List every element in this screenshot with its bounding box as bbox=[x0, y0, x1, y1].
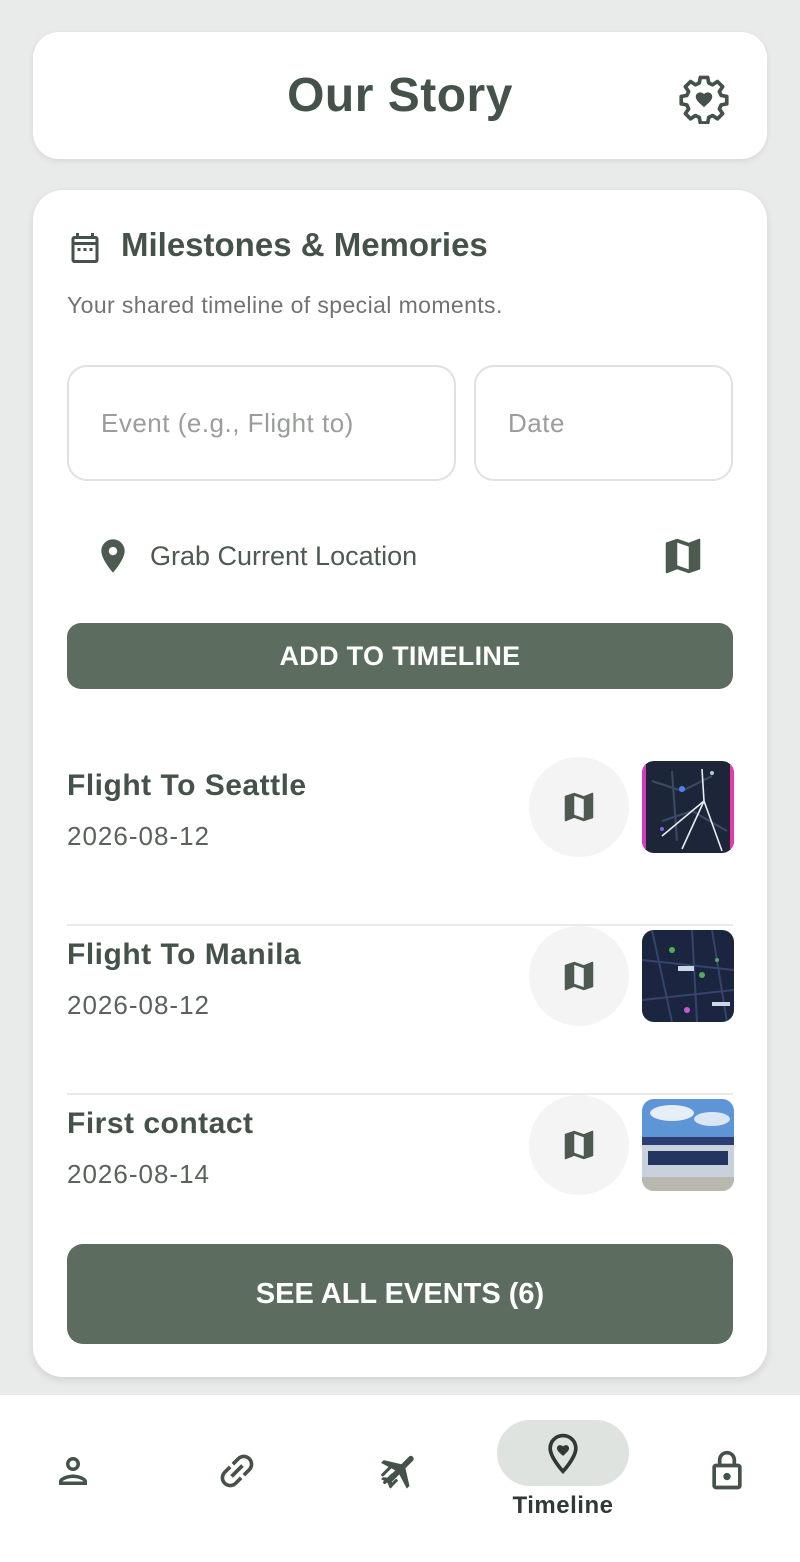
bottom-navigation: Timeline bbox=[0, 1395, 800, 1562]
nav-item-flights[interactable] bbox=[334, 1395, 466, 1562]
location-pin-icon bbox=[101, 539, 125, 573]
date-input[interactable] bbox=[474, 365, 733, 481]
header-card: Our Story bbox=[33, 32, 767, 159]
nav-item-timeline[interactable]: Timeline bbox=[497, 1395, 629, 1562]
building-photo-image bbox=[642, 1099, 734, 1191]
event-map-button[interactable] bbox=[529, 757, 629, 857]
see-all-events-button[interactable]: SEE ALL EVENTS (6) bbox=[67, 1244, 733, 1344]
map-thumbnail-image bbox=[642, 761, 734, 853]
map-icon bbox=[564, 792, 594, 822]
event-date: 2026-08-12 bbox=[67, 990, 210, 1020]
list-item[interactable]: Flight To Manila 2026-08-12 bbox=[67, 926, 734, 1095]
list-item[interactable]: Flight To Seattle 2026-08-12 bbox=[67, 757, 734, 926]
milestones-card: Milestones & Memories Your shared timeli… bbox=[33, 190, 767, 1377]
page-title: Our Story bbox=[287, 69, 513, 122]
event-title: First contact bbox=[67, 1107, 254, 1140]
map-icon bbox=[564, 1130, 594, 1160]
link-icon bbox=[220, 1454, 254, 1488]
event-title: Flight To Manila bbox=[67, 938, 302, 971]
event-input[interactable] bbox=[67, 365, 456, 481]
settings-button[interactable] bbox=[676, 70, 732, 126]
event-map-button[interactable] bbox=[529, 1095, 629, 1195]
list-item[interactable]: First contact 2026-08-14 bbox=[67, 1095, 734, 1264]
event-map-button[interactable] bbox=[529, 926, 629, 1026]
lock-icon bbox=[712, 1450, 742, 1490]
map-picker-button[interactable] bbox=[657, 530, 709, 582]
nav-item-lock[interactable] bbox=[661, 1395, 793, 1562]
event-title: Flight To Seattle bbox=[67, 769, 307, 802]
nav-item-profile[interactable] bbox=[7, 1395, 139, 1562]
map-icon bbox=[564, 961, 594, 991]
event-date: 2026-08-14 bbox=[67, 1159, 210, 1189]
location-label: Grab Current Location bbox=[150, 540, 418, 571]
section-title: Milestones & Memories bbox=[121, 226, 488, 263]
map-thumbnail-image bbox=[642, 930, 734, 1022]
calendar-icon bbox=[71, 233, 99, 263]
nav-label-timeline: Timeline bbox=[512, 1492, 614, 1519]
person-icon bbox=[59, 1457, 87, 1485]
settings-heart-icon bbox=[679, 75, 729, 124]
map-icon bbox=[665, 538, 701, 574]
nav-item-link[interactable] bbox=[171, 1395, 303, 1562]
photo-thumbnail[interactable] bbox=[642, 1099, 734, 1191]
flight-icon bbox=[381, 1455, 414, 1489]
event-date: 2026-08-12 bbox=[67, 821, 210, 851]
map-thumbnail[interactable] bbox=[642, 930, 734, 1022]
grab-location-button[interactable]: Grab Current Location bbox=[93, 530, 493, 582]
map-thumbnail[interactable] bbox=[642, 761, 734, 853]
section-subtitle: Your shared timeline of special moments. bbox=[67, 292, 503, 318]
add-to-timeline-button[interactable]: ADD TO TIMELINE bbox=[67, 623, 733, 689]
location-heart-icon bbox=[548, 1433, 578, 1475]
